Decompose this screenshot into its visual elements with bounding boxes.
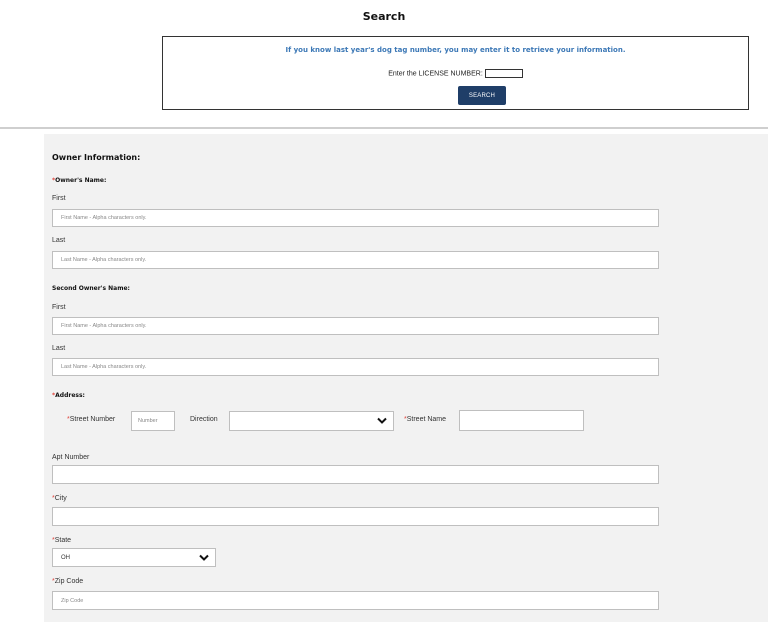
state-select[interactable]: OH <box>52 548 216 567</box>
apt-number-input[interactable] <box>52 465 659 484</box>
chevron-down-icon <box>199 554 209 561</box>
direction-label: Direction <box>190 416 218 423</box>
city-input[interactable] <box>52 507 659 526</box>
street-name-label: *Street Name <box>404 416 447 423</box>
owner-name-label: *Owner's Name: <box>52 177 107 184</box>
second-owner-last-label: Last <box>52 345 66 352</box>
street-number-input[interactable]: Number <box>131 411 175 431</box>
license-label: Enter the LICENSE NUMBER: <box>388 70 483 78</box>
owner-first-name-input[interactable]: First Name - Alpha characters only. <box>52 209 659 227</box>
owner-first-label: First <box>52 195 66 202</box>
street-number-label: *Street Number <box>67 416 116 423</box>
zip-code-input[interactable]: Zip Code <box>52 591 659 610</box>
search-info-text: If you know last year's dog tag number, … <box>285 46 626 54</box>
license-number-input[interactable] <box>484 69 523 78</box>
zip-code-label: *Zip Code <box>52 578 84 585</box>
second-owner-heading: Second Owner's Name: <box>52 285 130 292</box>
address-heading: *Address: <box>52 392 85 399</box>
chevron-down-icon <box>377 417 387 424</box>
search-title: Search <box>362 10 406 23</box>
apt-number-label: Apt Number <box>52 454 90 461</box>
owner-last-name-input[interactable]: Last Name - Alpha characters only. <box>52 251 659 269</box>
street-name-input[interactable] <box>459 410 584 431</box>
second-owner-first-label: First <box>52 304 66 311</box>
city-label: *City <box>52 495 67 502</box>
state-label: *State <box>52 537 72 544</box>
owner-last-label: Last <box>52 237 66 244</box>
second-owner-last-name-input[interactable]: Last Name - Alpha characters only. <box>52 358 659 376</box>
state-selected-value: OH <box>61 554 70 561</box>
section-divider <box>0 127 768 129</box>
owner-info-heading: Owner Information: <box>52 153 141 162</box>
owner-form-panel: Owner Information: *Owner's Name: First … <box>44 134 768 622</box>
search-panel: If you know last year's dog tag number, … <box>162 36 749 110</box>
second-owner-first-name-input[interactable]: First Name - Alpha characters only. <box>52 317 659 335</box>
search-button[interactable]: SEARCH <box>458 86 506 105</box>
direction-select[interactable] <box>229 411 394 431</box>
license-row: Enter the LICENSE NUMBER: <box>163 69 748 78</box>
